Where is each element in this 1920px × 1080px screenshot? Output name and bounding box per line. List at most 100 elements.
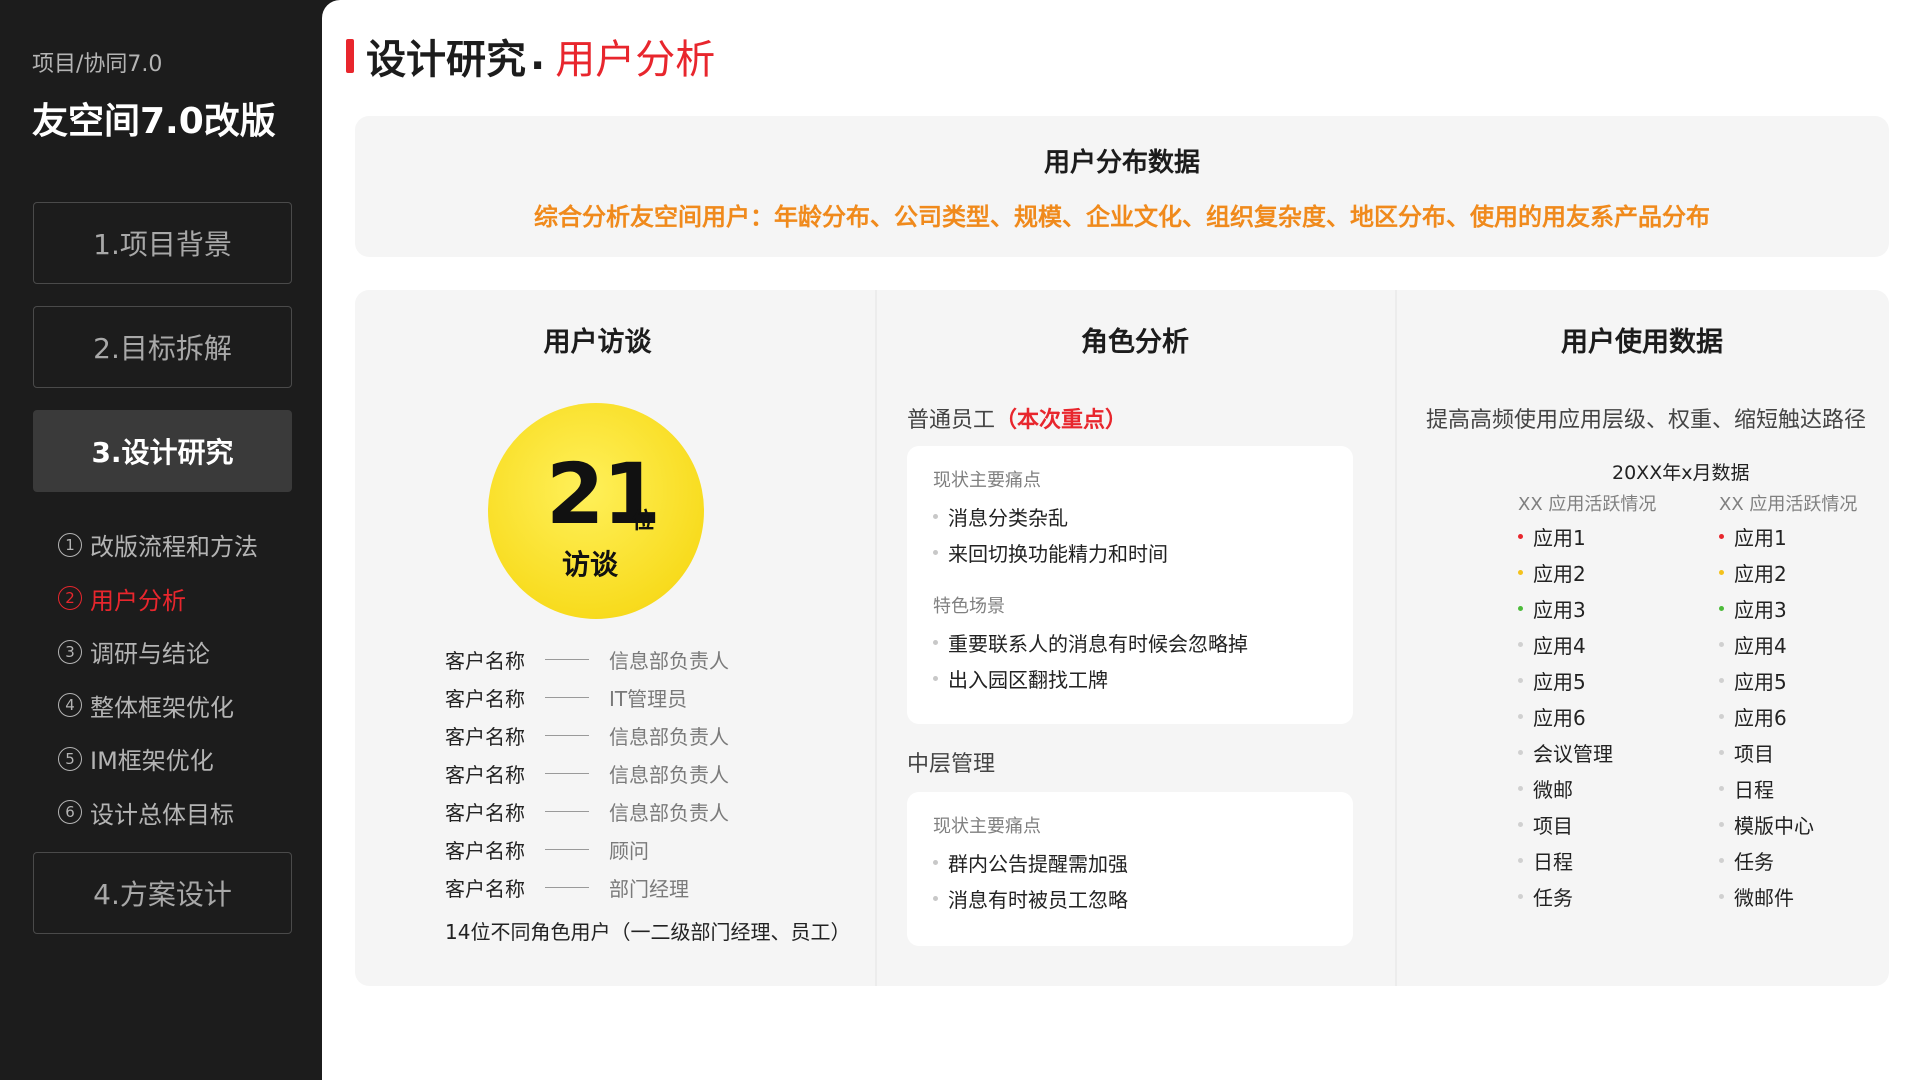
subnav-item-framework[interactable]: 4 整体框架优化 — [58, 679, 258, 733]
list-item: 项目 — [1518, 806, 1656, 842]
bullet-icon — [1719, 857, 1724, 863]
bullet-icon — [933, 639, 938, 645]
subnav-item-research[interactable]: 3 调研与结论 — [58, 625, 258, 679]
bullet-icon — [1518, 533, 1523, 539]
column-header: XX 应用活跃情况 — [1719, 494, 1858, 515]
list-item: 任务 — [1518, 878, 1656, 914]
circled-number-icon: 3 — [58, 639, 82, 664]
list-item-text: 重要联系人的消息有时候会忽略掉 — [948, 631, 1248, 656]
pain-points-label: 现状主要痛点 — [933, 470, 1041, 491]
nav-solution-design[interactable]: 4.方案设计 — [33, 852, 292, 934]
bullet-icon — [1719, 641, 1724, 647]
panel-divider — [1395, 290, 1397, 986]
dash-line — [545, 734, 589, 736]
subnav: 1 改版流程和方法 2 用户分析 3 调研与结论 4 整体框架优化 5 IM框架优化 6设… — [58, 518, 258, 839]
subnav-label: 调研与结论 — [90, 640, 210, 669]
client-list: 客户名称 信息部负责人 客户名称 IT管理员 客户名称 信息部负责人 客户名称 信息部负… — [445, 640, 729, 906]
analysis-panels: 用户访谈 21 位 访谈 客户名称 信息部负责人 客户名称 IT管理员 客户名称 信息… — [355, 290, 1889, 986]
list-item: 应用6 — [1518, 698, 1656, 734]
title-separator: . — [530, 33, 546, 79]
dash-line — [545, 848, 589, 850]
bullet-icon — [1719, 785, 1724, 791]
nav-goal-breakdown[interactable]: 2.目标拆解 — [33, 306, 292, 388]
bullet-icon — [1518, 785, 1523, 791]
nav-design-research[interactable]: 3.设计研究 — [33, 410, 292, 492]
bullet-icon — [1719, 893, 1724, 899]
subnav-item-design-goal[interactable]: 6 设计总体目标 — [58, 786, 258, 840]
scenes-label: 特色场景 — [933, 596, 1005, 617]
bullet-icon — [1719, 749, 1724, 755]
list-item-text: 项目 — [1734, 741, 1774, 766]
interview-count-badge: 21 位 访谈 — [488, 403, 704, 619]
list-item-text: 消息有时被员工忽略 — [948, 887, 1128, 912]
list-item-text: 应用6 — [1734, 705, 1787, 730]
list-item-text: 出入园区翻找工牌 — [948, 667, 1108, 692]
nav-project-background[interactable]: 1.项目背景 — [33, 202, 292, 284]
bullet-icon — [1719, 533, 1724, 539]
list-item-text: 日程 — [1533, 849, 1573, 874]
bullet-icon — [1719, 677, 1724, 683]
list-item: 应用2 — [1719, 554, 1857, 590]
list-item: 客户名称 顾问 — [445, 830, 729, 868]
list-item: 项目 — [1719, 734, 1857, 770]
usage-column-2: XX 应用活跃情况 应用1 应用2 应用3 应用4 应用5 应用6 项目 日程 模版中心 任务 微邮… — [1719, 490, 1857, 914]
list-item-text: 应用4 — [1734, 633, 1787, 658]
bullet-icon — [933, 895, 938, 901]
bullet-icon — [933, 859, 938, 865]
usage-subtitle: 提高高频使用应用层级、权重、缩短触达路径 — [1426, 408, 1867, 433]
bullet-icon — [1719, 605, 1724, 611]
usage-column-1: XX 应用活跃情况 应用1 应用2 应用3 应用4 应用5 应用6 会议管理 微邮 项目 日程 任务 — [1518, 490, 1656, 914]
pain-points-label: 现状主要痛点 — [933, 816, 1041, 837]
breadcrumb[interactable]: 项目/协同7.0 — [32, 46, 162, 78]
banner-title: 用户分布数据 — [1043, 148, 1200, 178]
user-distribution-banner: 用户分布数据 综合分析友空间用户：年龄分布、公司类型、规模、企业文化、组织复杂度… — [355, 116, 1889, 257]
bullet-icon — [1518, 605, 1523, 611]
app-list: 应用1 应用2 应用3 应用4 应用5 应用6 会议管理 微邮 项目 日程 任务 — [1518, 518, 1656, 914]
list-item-text: 应用4 — [1533, 633, 1586, 658]
list-item-text: 应用5 — [1734, 669, 1787, 694]
client-role: 顾问 — [609, 838, 649, 863]
client-name: 客户名称 — [445, 876, 525, 901]
bullet-icon — [1518, 857, 1523, 863]
list-item: 客户名称 信息部负责人 — [445, 640, 729, 678]
list-item: 应用5 — [1518, 662, 1656, 698]
client-role: 部门经理 — [609, 876, 689, 901]
list-item: 会议管理 — [1518, 734, 1656, 770]
list-item-text: 应用1 — [1734, 525, 1787, 550]
list-item-text: 消息分类杂乱 — [948, 505, 1068, 530]
page-title-main: 设计研究 — [366, 37, 526, 83]
interviews-title: 用户访谈 — [543, 327, 652, 358]
dash-line — [545, 696, 589, 698]
role-manager-card: 现状主要痛点 群内公告提醒需加强 消息有时被员工忽略 — [907, 792, 1353, 946]
list-item: 微邮 — [1518, 770, 1656, 806]
list-item-text: 群内公告提醒需加强 — [948, 851, 1128, 876]
client-name: 客户名称 — [445, 648, 525, 673]
list-item: 来回切换功能精力和时间 — [933, 534, 1353, 570]
subnav-item-user-analysis[interactable]: 2 用户分析 — [58, 572, 258, 626]
list-item-text: 任务 — [1533, 885, 1573, 910]
main-content: 设计研究 . 用户分析 用户分布数据 综合分析友空间用户：年龄分布、公司类型、规… — [322, 0, 1920, 1080]
bullet-icon — [1518, 677, 1523, 683]
list-item-text: 日程 — [1734, 777, 1774, 802]
list-item-text: 应用3 — [1734, 597, 1787, 622]
role-manager-heading: 中层管理 — [907, 752, 996, 777]
panel-divider — [875, 290, 877, 986]
interview-count-unit: 位 — [632, 509, 655, 534]
client-name: 客户名称 — [445, 762, 525, 787]
role-staff-heading: 普通员工（本次重点） — [907, 402, 1127, 434]
bullet-icon — [1518, 641, 1523, 647]
client-role: 信息部负责人 — [609, 800, 729, 825]
list-item: 微邮件 — [1719, 878, 1857, 914]
role-staff-highlight: （本次重点） — [995, 408, 1128, 433]
dash-line — [545, 886, 589, 888]
circled-number-icon: 4 — [58, 693, 82, 718]
subnav-label: 改版流程和方法 — [90, 533, 258, 562]
bullet-icon — [1518, 821, 1523, 827]
column-header: XX 应用活跃情况 — [1518, 494, 1657, 515]
bullet-icon — [1719, 821, 1724, 827]
list-item: 应用1 — [1719, 518, 1857, 554]
subnav-item-process[interactable]: 1 改版流程和方法 — [58, 518, 258, 572]
subnav-item-im-framework[interactable]: 5 IM框架优化 — [58, 732, 258, 786]
list-item: 客户名称 部门经理 — [445, 868, 729, 906]
bullet-icon — [933, 513, 938, 519]
